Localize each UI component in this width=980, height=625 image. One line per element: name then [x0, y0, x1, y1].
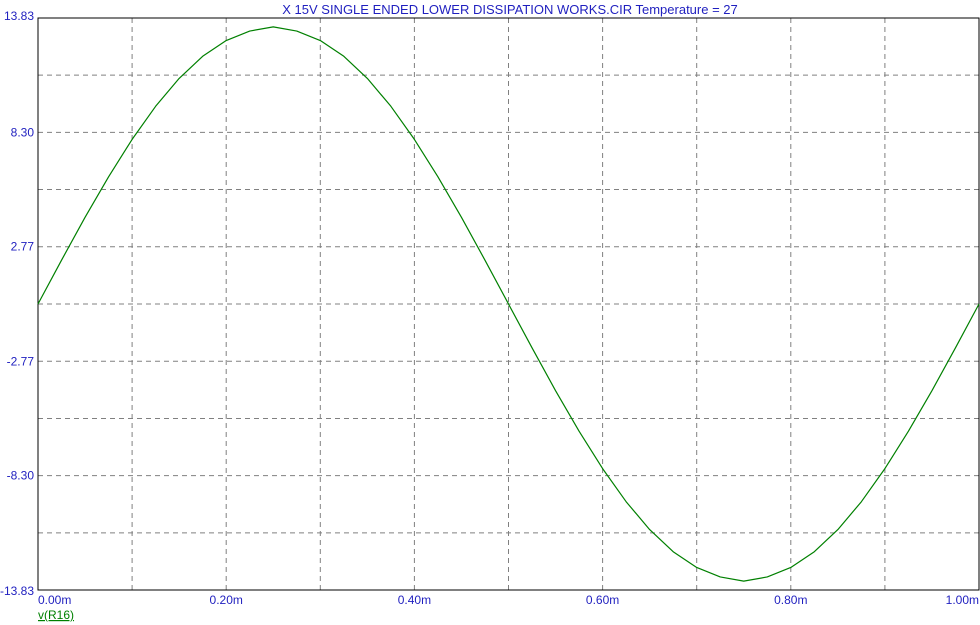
y-tick-label: 2.77: [11, 240, 35, 254]
waveform-plot: X 15V SINGLE ENDED LOWER DISSIPATION WOR…: [0, 2, 980, 622]
legend-entry-v-r16[interactable]: v(R16): [38, 608, 74, 622]
x-tick-label: 0.00m: [38, 593, 71, 607]
y-tick-label: -13.83: [0, 584, 34, 598]
y-tick-label: -8.30: [7, 469, 35, 483]
x-tick-label: 0.20m: [210, 593, 243, 607]
y-axis-ticks: 13.83 8.30 2.77 -2.77 -8.30 -13.83: [0, 9, 34, 598]
y-tick-label: -2.77: [7, 354, 35, 368]
x-axis-ticks: 0.00m 0.20m 0.40m 0.60m 0.80m 1.00m: [38, 593, 979, 607]
x-tick-label: 0.60m: [586, 593, 619, 607]
chart-title: X 15V SINGLE ENDED LOWER DISSIPATION WOR…: [282, 2, 738, 17]
y-tick-label: 13.83: [4, 9, 34, 23]
x-tick-label: 1.00m: [946, 593, 979, 607]
x-tick-label: 0.80m: [774, 593, 807, 607]
y-tick-label: 8.30: [11, 125, 35, 139]
x-tick-label: 0.40m: [398, 593, 431, 607]
